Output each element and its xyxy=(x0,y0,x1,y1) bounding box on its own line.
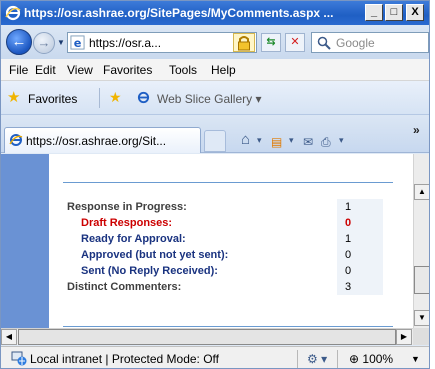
divider xyxy=(63,326,393,327)
stat-label[interactable]: Sent (No Reply Received): xyxy=(63,263,337,279)
back-button[interactable]: ← xyxy=(6,29,32,55)
web-slice-gallery-label: Web Slice Gallery xyxy=(157,92,253,106)
title-bar: https://osr.ashrae.org/SitePages/MyComme… xyxy=(1,1,429,25)
table-row: Ready for Approval: 1 xyxy=(63,231,383,247)
favorites-bar: ★ Favorites ★ Web Slice Gallery ▾ xyxy=(1,81,429,115)
menu-favorites[interactable]: Favorites xyxy=(103,63,152,77)
browser-window: https://osr.ashrae.org/SitePages/MyComme… xyxy=(0,0,430,369)
table-row: Sent (No Reply Received): 0 xyxy=(63,263,383,279)
stat-value: 1 xyxy=(337,199,383,215)
security-lock-icon[interactable] xyxy=(233,33,255,52)
stat-value: 0 xyxy=(337,247,383,263)
home-icon[interactable]: ⌂ xyxy=(241,131,250,148)
scroll-left-button[interactable]: ◀ xyxy=(1,329,17,345)
stat-label[interactable]: Approved (but not yet sent): xyxy=(63,247,337,263)
suggested-sites-icon[interactable] xyxy=(137,91,150,104)
recent-pages-dropdown-icon[interactable]: ▼ xyxy=(57,38,65,47)
menu-view[interactable]: View xyxy=(67,63,93,77)
address-bar[interactable]: e https://osr.a... ▼ xyxy=(67,32,257,53)
comment-stats-table: Response in Progress: 1 Draft Responses:… xyxy=(63,199,383,295)
status-bar: Local intranet | Protected Mode: Off ⚙ ▾… xyxy=(1,346,429,368)
zoom-icon: ⊕ xyxy=(349,352,360,366)
close-button[interactable]: X xyxy=(406,4,424,21)
stat-label[interactable]: Draft Responses: xyxy=(63,215,337,231)
stop-button[interactable]: ✕ xyxy=(285,33,305,52)
add-to-favorites-icon[interactable]: ★ xyxy=(109,90,122,104)
scroll-down-button[interactable]: ▼ xyxy=(414,310,429,326)
table-row: Response in Progress: 1 xyxy=(63,199,383,215)
address-url: https://osr.a... xyxy=(89,36,162,50)
refresh-button[interactable]: ⇆ xyxy=(261,33,281,52)
table-row: Approved (but not yet sent): 0 xyxy=(63,247,383,263)
search-box[interactable]: Google xyxy=(311,32,429,53)
menu-tools[interactable]: Tools xyxy=(169,63,197,77)
stat-value: 0 xyxy=(337,215,383,231)
intranet-zone-icon xyxy=(11,351,27,366)
stat-value: 1 xyxy=(337,231,383,247)
divider xyxy=(297,350,298,368)
stat-label: Response in Progress: xyxy=(67,201,187,213)
stat-label[interactable]: Ready for Approval: xyxy=(63,231,337,247)
horizontal-scrollbar[interactable]: ◀ ▶ xyxy=(1,328,413,345)
vertical-scroll-thumb[interactable] xyxy=(414,266,429,294)
vertical-scrollbar[interactable]: ▲ ▼ xyxy=(413,154,429,328)
zoom-value: 100% xyxy=(362,352,394,366)
window-title: https://osr.ashrae.org/SitePages/MyComme… xyxy=(24,6,334,20)
stat-label: Distinct Commenters: xyxy=(67,281,182,293)
zoom-dropdown-icon[interactable]: ▼ xyxy=(411,354,420,364)
stat-value: 0 xyxy=(337,263,383,279)
search-placeholder: Google xyxy=(336,36,375,50)
left-navigation-band xyxy=(1,154,49,328)
stop-icon: ✕ xyxy=(290,36,300,48)
table-row: Distinct Commenters: 3 xyxy=(63,279,383,295)
web-slice-gallery-link[interactable]: Web Slice Gallery ▾ xyxy=(157,92,262,106)
mail-icon[interactable]: ✉ xyxy=(303,135,313,149)
scroll-right-button[interactable]: ▶ xyxy=(396,329,412,345)
maximize-button[interactable]: □ xyxy=(385,4,403,21)
forward-button[interactable]: → xyxy=(33,32,55,54)
svg-text:e: e xyxy=(74,37,82,50)
scroll-up-button[interactable]: ▲ xyxy=(414,184,429,200)
feeds-dropdown-icon[interactable]: ▾ xyxy=(289,135,294,146)
home-dropdown-icon[interactable]: ▾ xyxy=(257,135,262,146)
favorites-button[interactable]: Favorites xyxy=(28,92,77,106)
feeds-icon[interactable]: ▤ xyxy=(271,135,282,149)
refresh-icon: ⇆ xyxy=(266,36,276,48)
back-arrow-icon: ← xyxy=(11,33,27,50)
new-tab-button[interactable] xyxy=(204,130,226,152)
print-dropdown-icon[interactable]: ▾ xyxy=(339,135,344,146)
minimize-button[interactable]: _ xyxy=(365,4,383,21)
page-icon: e xyxy=(70,35,85,50)
menu-help[interactable]: Help xyxy=(211,63,236,77)
menu-bar: File Edit View Favorites Tools Help xyxy=(1,59,429,81)
search-icon xyxy=(317,36,331,50)
zoom-level[interactable]: ⊕ 100% xyxy=(349,352,393,366)
tab-title: https://osr.ashrae.org/Sit... xyxy=(26,134,167,148)
stat-value: 3 xyxy=(337,279,383,295)
menu-edit[interactable]: Edit xyxy=(35,63,56,77)
scrollbar-corner xyxy=(413,328,429,345)
tab-current[interactable]: https://osr.ashrae.org/Sit... xyxy=(4,127,201,153)
table-row: Draft Responses: 0 xyxy=(63,215,383,231)
navigation-bar: ← → ▼ e https://osr.a... ▼ ⇆ ✕ xyxy=(1,25,429,59)
divider xyxy=(63,182,393,183)
horizontal-scroll-thumb[interactable] xyxy=(18,329,396,345)
favorites-star-icon[interactable]: ★ xyxy=(7,90,20,105)
tab-page-icon xyxy=(9,134,23,146)
ie-logo-icon xyxy=(5,5,21,21)
menu-file[interactable]: File xyxy=(9,63,28,77)
page-content: Response in Progress: 1 Draft Responses:… xyxy=(1,154,413,328)
forward-arrow-icon: → xyxy=(37,35,51,50)
security-zone-text[interactable]: Local intranet | Protected Mode: Off xyxy=(30,352,219,366)
divider xyxy=(337,350,338,368)
divider xyxy=(99,88,100,108)
more-commands-icon[interactable]: » xyxy=(413,123,420,137)
tab-bar: https://osr.ashrae.org/Sit... ⌂ ▾ ▤ ▾ ✉ … xyxy=(1,115,429,153)
print-icon[interactable]: ⎙ xyxy=(321,135,331,150)
protected-mode-icon[interactable]: ⚙ ▾ xyxy=(307,352,327,366)
